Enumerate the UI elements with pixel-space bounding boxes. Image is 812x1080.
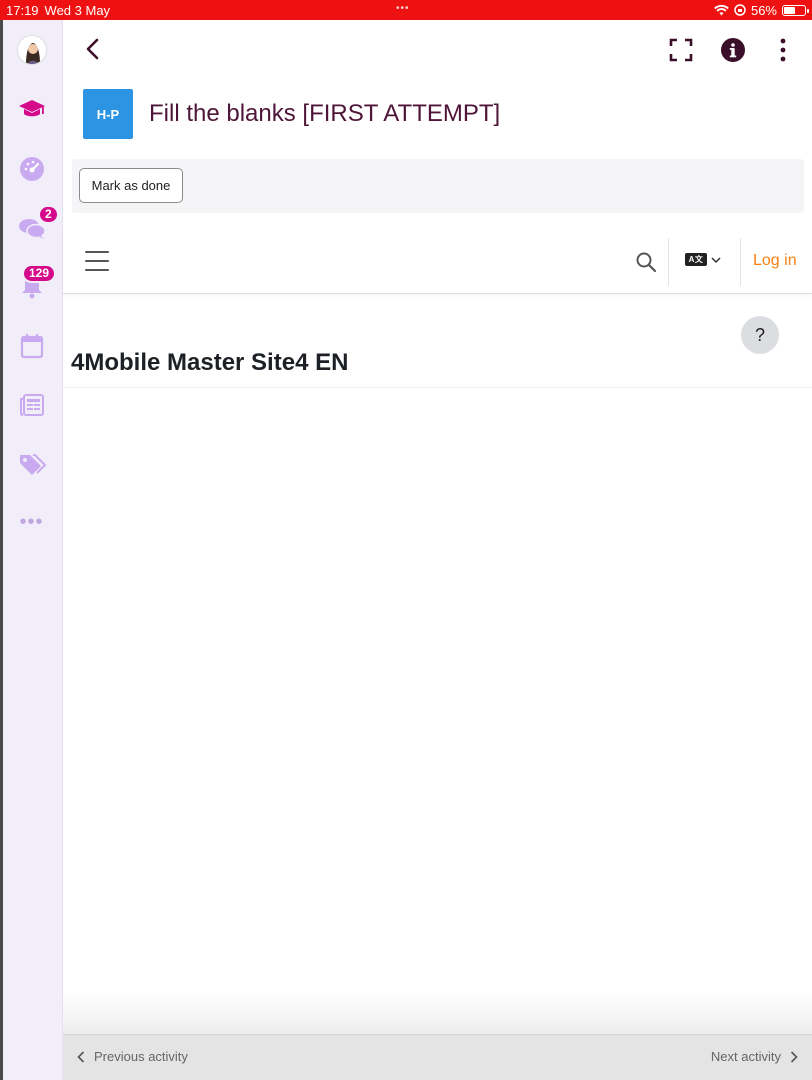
- site-divider: [63, 387, 812, 388]
- search-icon: [636, 252, 657, 273]
- mark-as-done-button[interactable]: Mark as done: [79, 168, 183, 203]
- user-avatar-button[interactable]: [0, 30, 63, 70]
- info-icon: [721, 38, 745, 62]
- dashboard-gauge-icon: [19, 157, 44, 181]
- lock-rotation-icon: [734, 4, 746, 16]
- site-navbar: A文 Log in: [63, 230, 812, 294]
- chevron-down-icon: [711, 256, 721, 263]
- chevron-right-icon: [790, 1050, 798, 1063]
- battery-icon: [782, 4, 809, 16]
- page-title: Fill the blanks [FIRST ATTEMPT]: [149, 100, 501, 127]
- chevron-left-icon: [77, 1050, 85, 1063]
- next-activity-label: Next activity: [710, 1049, 781, 1064]
- language-selector[interactable]: A文: [685, 253, 721, 266]
- bottom-fade: [63, 990, 812, 1034]
- side-item-calendar[interactable]: [0, 326, 63, 366]
- previous-activity-button[interactable]: Previous activity: [77, 1049, 188, 1064]
- h5p-logo: H-P: [83, 89, 133, 139]
- language-icon: A文: [685, 253, 707, 266]
- wifi-icon: [714, 4, 729, 16]
- side-item-notifications[interactable]: 129: [0, 264, 63, 307]
- battery-percent: 56%: [750, 2, 777, 18]
- activity-navigation: Previous activity Next activity: [63, 1034, 812, 1080]
- graduation-cap-icon: [18, 100, 45, 117]
- side-item-tags[interactable]: [0, 444, 63, 484]
- status-date: Wed 3 May: [44, 2, 111, 18]
- site-search-button[interactable]: [635, 251, 657, 273]
- status-time: 17:19: [6, 2, 39, 18]
- back-button[interactable]: [79, 34, 109, 64]
- news-icon: [19, 394, 44, 416]
- battery-fill: [784, 6, 795, 14]
- side-item-site-news[interactable]: [0, 385, 63, 425]
- login-link[interactable]: Log in: [753, 252, 797, 270]
- info-button[interactable]: [719, 36, 747, 64]
- nav-separator: [668, 238, 669, 286]
- notifications-badge: 129: [22, 264, 57, 283]
- more-options-button[interactable]: [769, 36, 797, 64]
- activity-title-row: H-P Fill the blanks [FIRST ATTEMPT]: [63, 80, 812, 150]
- next-activity-button[interactable]: Next activity: [711, 1049, 798, 1064]
- side-item-more[interactable]: •••: [0, 502, 63, 542]
- completion-bar: Mark as done: [72, 159, 804, 213]
- multitasking-dots-icon: •••: [396, 3, 410, 14]
- more-icon: •••: [19, 510, 44, 533]
- help-button[interactable]: ?: [741, 316, 779, 354]
- tags-icon: [19, 454, 46, 475]
- back-icon: [86, 38, 99, 60]
- side-menu: 2 129 •••: [0, 20, 63, 1080]
- side-item-courses[interactable]: [0, 89, 63, 129]
- hamburger-menu-icon[interactable]: [85, 251, 109, 271]
- calendar-icon: [20, 334, 43, 359]
- app-header: [63, 20, 812, 80]
- previous-activity-label: Previous activity: [94, 1049, 188, 1064]
- fullscreen-button[interactable]: [667, 36, 695, 64]
- site-name: 4Mobile Master Site4 EN: [71, 349, 349, 376]
- more-vertical-icon: [780, 38, 786, 62]
- side-item-messages[interactable]: 2: [0, 205, 63, 248]
- status-bar: 17:19 Wed 3 May ••• 56%: [0, 0, 812, 20]
- nav-separator: [740, 238, 741, 286]
- side-item-dashboard[interactable]: [0, 149, 63, 189]
- fullscreen-icon: [669, 38, 693, 62]
- messages-badge: 2: [38, 205, 59, 224]
- embedded-site: A文 Log in ? 4Mobile Master Site4 EN: [63, 230, 812, 1030]
- avatar: [16, 35, 47, 65]
